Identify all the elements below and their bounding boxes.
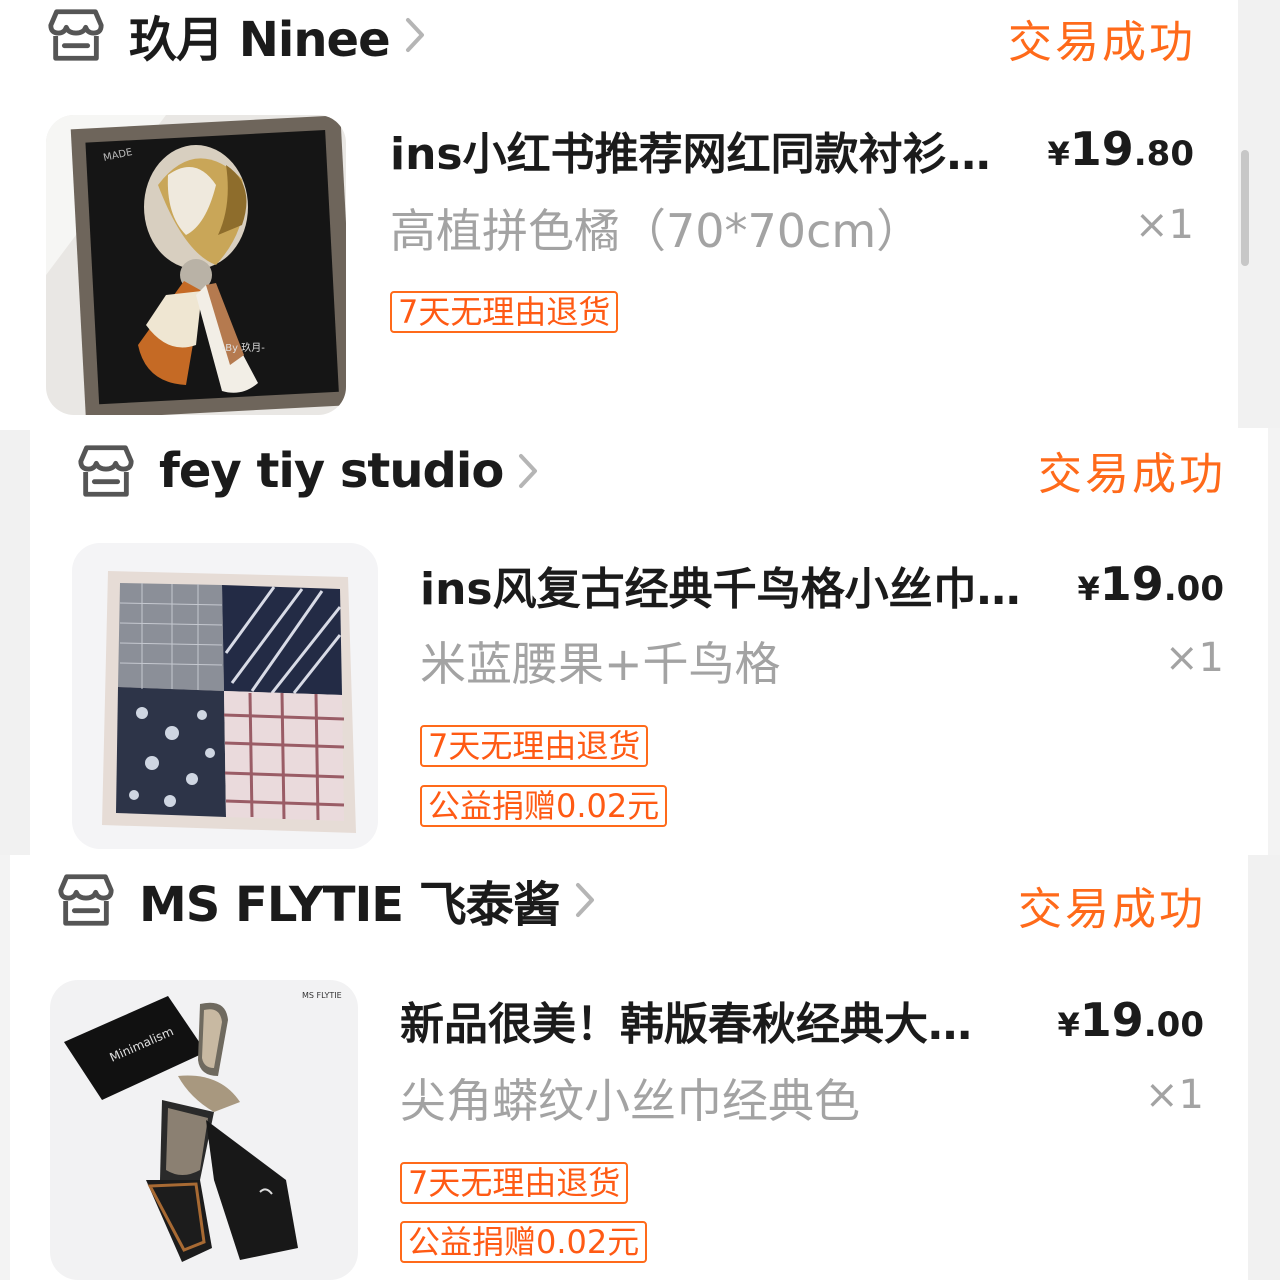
product-sku: 高植拼色橘（70*70cm） — [390, 204, 923, 258]
store-icon — [58, 874, 114, 926]
return-policy-tag: 7天无理由退货 — [420, 725, 649, 767]
product-price: ¥19.00 — [1077, 557, 1224, 611]
image-brand-text: MS FLYTIE — [302, 991, 342, 1000]
shop-name: fey tiy studio — [159, 443, 504, 499]
chevron-right-icon — [519, 454, 538, 488]
background-gap — [0, 428, 30, 855]
return-policy-tag: 7天无理由退货 — [400, 1162, 629, 1204]
product-price: ¥19.00 — [1057, 993, 1204, 1047]
shop-link[interactable]: MS FLYTIE 飞泰酱 — [55, 865, 596, 935]
order-status: 交易成功 — [1018, 884, 1206, 935]
product-quantity: ×1 — [1145, 1072, 1204, 1118]
shop-link[interactable]: fey tiy studio — [75, 436, 539, 506]
store-icon — [48, 9, 104, 61]
store-icon — [78, 445, 134, 497]
image-caption: -By 玖月- — [222, 341, 265, 354]
product-image[interactable] — [72, 543, 378, 849]
product-image[interactable]: Minimalism MS FLYTIE — [50, 980, 358, 1280]
chevron-right-icon — [405, 18, 424, 52]
product-sku: 米蓝腰果+千鸟格 — [420, 637, 781, 691]
background-gap — [1248, 855, 1280, 1280]
charity-tag: 公益捐赠0.02元 — [420, 785, 668, 827]
scrollbar[interactable] — [1241, 150, 1249, 266]
product-quantity: ×1 — [1165, 635, 1224, 681]
order-card[interactable]: 玖月 Ninee 交易成功 MADE -By 玖月- ins小红书推荐网红同款衬… — [0, 0, 1238, 430]
order-status: 交易成功 — [1038, 449, 1226, 500]
shop-name: MS FLYTIE 飞泰酱 — [139, 877, 561, 933]
shop-name: 玖月 Ninee — [129, 12, 391, 68]
shop-link[interactable]: 玖月 Ninee — [45, 0, 426, 70]
order-card[interactable]: MS FLYTIE 飞泰酱 交易成功 Minimalism MS FLYTIE … — [10, 855, 1248, 1280]
charity-tag: 公益捐赠0.02元 — [400, 1221, 648, 1263]
product-sku: 尖角蟒纹小丝巾经典色 — [400, 1074, 860, 1128]
product-title[interactable]: ins小红书推荐网红同款衬衫… — [390, 118, 1050, 182]
chevron-right-icon — [575, 883, 594, 917]
product-title[interactable]: 新品很美！韩版春秋经典大… — [400, 988, 1060, 1052]
product-title[interactable]: ins风复古经典千鸟格小丝巾… — [420, 553, 1080, 617]
order-card[interactable]: fey tiy studio 交易成功 ins风复古经典千鸟格小丝巾… ¥19.… — [30, 428, 1268, 855]
scarf-image: Minimalism MS FLYTIE — [50, 980, 358, 1280]
scarf-image: MADE -By 玖月- — [46, 115, 346, 415]
product-image[interactable]: MADE -By 玖月- — [46, 115, 346, 415]
product-quantity: ×1 — [1135, 202, 1194, 248]
return-policy-tag: 7天无理由退货 — [390, 291, 619, 333]
product-price: ¥19.80 — [1047, 122, 1194, 176]
scarf-image — [72, 543, 378, 849]
order-status: 交易成功 — [1008, 17, 1196, 68]
